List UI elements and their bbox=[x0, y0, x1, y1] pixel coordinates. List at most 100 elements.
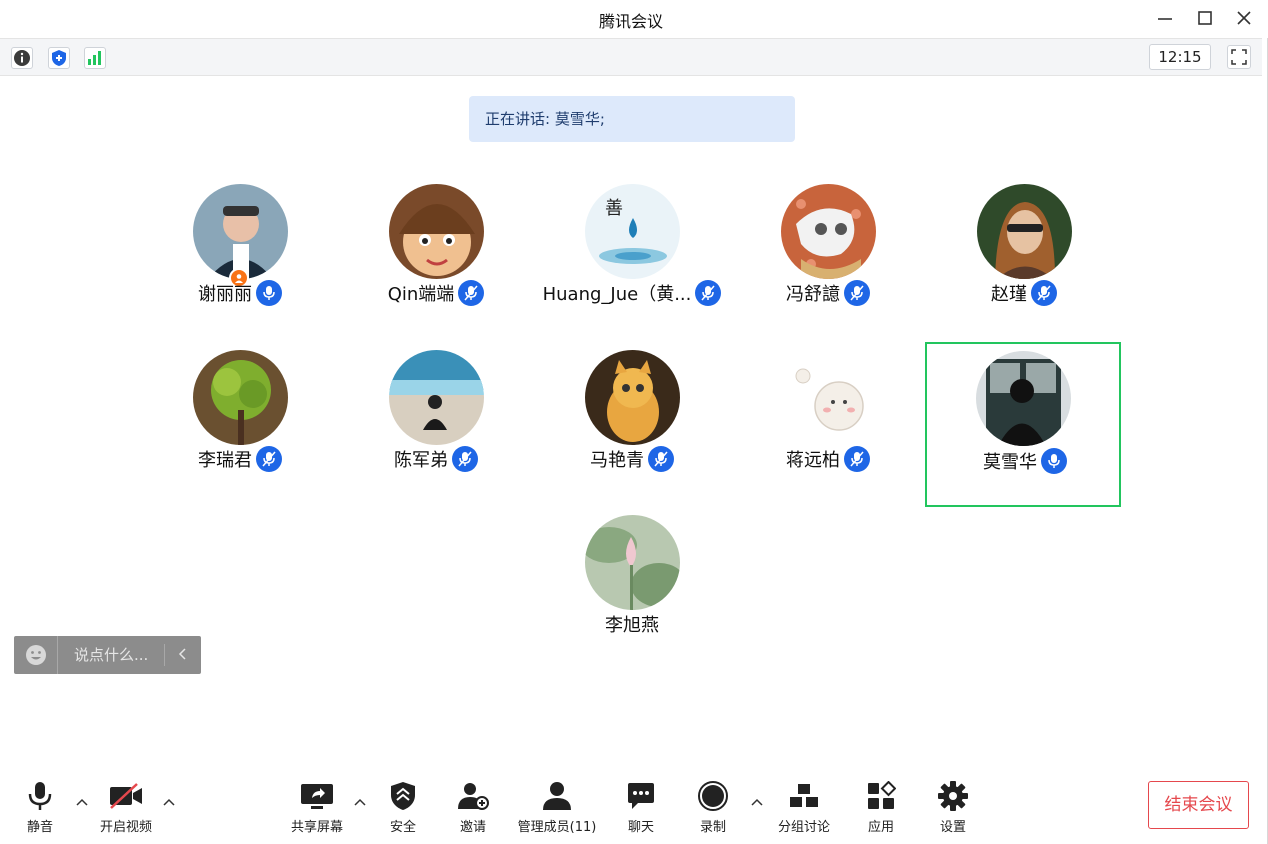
security-label: 安全 bbox=[389, 820, 416, 835]
participant-tile[interactable]: Qin端端 bbox=[338, 174, 534, 339]
participant-name: Huang_Jue（黄... bbox=[542, 284, 692, 305]
avatar bbox=[389, 184, 484, 279]
mic-icon[interactable] bbox=[648, 446, 674, 472]
share-screen-button[interactable]: 共享屏幕 bbox=[277, 778, 357, 838]
add-user-icon bbox=[457, 778, 489, 814]
participant-name: 陈军弟 bbox=[394, 450, 448, 471]
security-button[interactable]: 安全 bbox=[363, 778, 443, 838]
avatar bbox=[389, 350, 484, 445]
microphone-icon bbox=[26, 778, 54, 814]
mic-icon[interactable] bbox=[695, 280, 722, 306]
participant-name-row: 谢丽丽 bbox=[142, 280, 338, 306]
shield-icon bbox=[389, 778, 417, 814]
participant-tile[interactable]: 马艳青 bbox=[534, 340, 730, 505]
participant-name: 蒋远柏 bbox=[786, 450, 840, 471]
participant-name-row: 李旭燕 bbox=[534, 611, 730, 637]
participant-name-row: Qin端端 bbox=[338, 280, 534, 306]
participant-tile[interactable]: 李瑞君 bbox=[142, 340, 338, 505]
members-icon bbox=[541, 778, 573, 814]
apps-button[interactable]: 应用 bbox=[841, 778, 921, 838]
chevron-up-icon[interactable] bbox=[161, 794, 177, 810]
minimize-icon[interactable] bbox=[1150, 4, 1180, 32]
maximize-icon[interactable] bbox=[1190, 4, 1220, 32]
participant-tile-active-speaker[interactable]: 莫雪华 bbox=[925, 342, 1121, 507]
mic-icon[interactable] bbox=[1031, 280, 1057, 306]
avatar bbox=[585, 515, 680, 610]
info-icon[interactable] bbox=[11, 47, 33, 69]
participant-tile[interactable]: 冯舒譩 bbox=[730, 174, 926, 339]
manage-members-button[interactable]: 管理成员(11) bbox=[503, 778, 611, 838]
participant-name: 莫雪华 bbox=[983, 452, 1037, 473]
title-bar: 腾讯会议 bbox=[0, 0, 1268, 38]
svg-text:善: 善 bbox=[605, 198, 623, 219]
record-label: 录制 bbox=[699, 820, 726, 835]
mic-icon[interactable] bbox=[256, 446, 282, 472]
mic-icon[interactable] bbox=[256, 280, 282, 306]
mic-icon[interactable] bbox=[844, 446, 870, 472]
chat-placeholder[interactable]: 说点什么... bbox=[58, 644, 165, 666]
participant-tile[interactable]: 李旭燕 bbox=[534, 505, 730, 670]
avatar bbox=[977, 184, 1072, 279]
record-button[interactable]: 录制 bbox=[673, 778, 753, 838]
meeting-window: 腾讯会议 12:15 正在讲话: 莫雪华; 谢丽丽 Qin端端 善 Huang_… bbox=[0, 0, 1268, 844]
meeting-clock: 12:15 bbox=[1149, 44, 1211, 70]
share-screen-icon bbox=[300, 778, 334, 814]
participant-tile[interactable]: 陈军弟 bbox=[338, 340, 534, 505]
close-icon[interactable] bbox=[1229, 4, 1259, 32]
chat-input[interactable]: 说点什么... bbox=[14, 636, 201, 674]
participant-name: Qin端端 bbox=[387, 284, 455, 305]
signal-icon[interactable] bbox=[84, 47, 106, 69]
meeting-toolbar: 静音 开启视频 共享屏幕 安全 邀请 管理成员(11) 聊天 录制 分组讨论 应… bbox=[0, 770, 1262, 844]
chevron-up-icon[interactable] bbox=[749, 794, 765, 810]
avatar bbox=[585, 350, 680, 445]
mic-icon[interactable] bbox=[1041, 448, 1067, 474]
manage-members-label: 管理成员(11) bbox=[517, 820, 597, 835]
window-title: 腾讯会议 bbox=[598, 12, 663, 31]
mute-button[interactable]: 静音 bbox=[0, 778, 80, 838]
mic-icon[interactable] bbox=[458, 280, 485, 306]
participant-tile[interactable]: 善 Huang_Jue（黄... bbox=[534, 174, 730, 339]
chevron-left-icon[interactable] bbox=[165, 646, 201, 665]
apps-label: 应用 bbox=[867, 820, 894, 835]
invite-label: 邀请 bbox=[459, 820, 486, 835]
participant-tile[interactable]: 蒋远柏 bbox=[730, 340, 926, 505]
participant-name-row: 陈军弟 bbox=[338, 446, 534, 472]
start-video-button[interactable]: 开启视频 bbox=[86, 778, 166, 838]
apps-icon bbox=[866, 778, 896, 814]
participant-name: 赵瑾 bbox=[991, 284, 1027, 305]
avatar bbox=[976, 351, 1071, 446]
participant-tile[interactable]: 谢丽丽 bbox=[142, 174, 338, 339]
participant-tile[interactable]: 赵瑾 bbox=[926, 174, 1122, 339]
invite-button[interactable]: 邀请 bbox=[433, 778, 513, 838]
shield-icon[interactable] bbox=[48, 47, 70, 69]
chat-label: 聊天 bbox=[627, 820, 654, 835]
breakout-rooms-button[interactable]: 分组讨论 bbox=[764, 778, 844, 838]
participant-name: 李瑞君 bbox=[198, 450, 252, 471]
emoji-icon[interactable] bbox=[14, 636, 58, 674]
mic-icon[interactable] bbox=[452, 446, 478, 472]
avatar bbox=[781, 184, 876, 279]
share-screen-label: 共享屏幕 bbox=[290, 820, 343, 835]
participant-name: 马艳青 bbox=[590, 450, 644, 471]
avatar: 善 bbox=[585, 184, 680, 279]
mic-icon[interactable] bbox=[844, 280, 870, 306]
breakout-rooms-label: 分组讨论 bbox=[777, 820, 830, 835]
fullscreen-icon[interactable] bbox=[1227, 45, 1251, 69]
participant-name-row: 赵瑾 bbox=[926, 280, 1122, 306]
info-bar: 12:15 bbox=[0, 38, 1262, 76]
settings-button[interactable]: 设置 bbox=[913, 778, 993, 838]
chat-button[interactable]: 聊天 bbox=[601, 778, 681, 838]
breakout-icon bbox=[788, 778, 820, 814]
video-off-icon bbox=[108, 778, 144, 814]
settings-label: 设置 bbox=[939, 820, 966, 835]
avatar bbox=[193, 184, 288, 279]
start-video-label: 开启视频 bbox=[99, 820, 152, 835]
participant-name-row: 马艳青 bbox=[534, 446, 730, 472]
participant-name: 冯舒譩 bbox=[786, 284, 840, 305]
speaking-banner: 正在讲话: 莫雪华; bbox=[469, 96, 795, 142]
participant-name-row: 冯舒譩 bbox=[730, 280, 926, 306]
participant-name: 谢丽丽 bbox=[198, 284, 252, 305]
end-meeting-button[interactable]: 结束会议 bbox=[1148, 781, 1249, 829]
record-icon bbox=[697, 778, 729, 814]
mute-label: 静音 bbox=[26, 820, 53, 835]
